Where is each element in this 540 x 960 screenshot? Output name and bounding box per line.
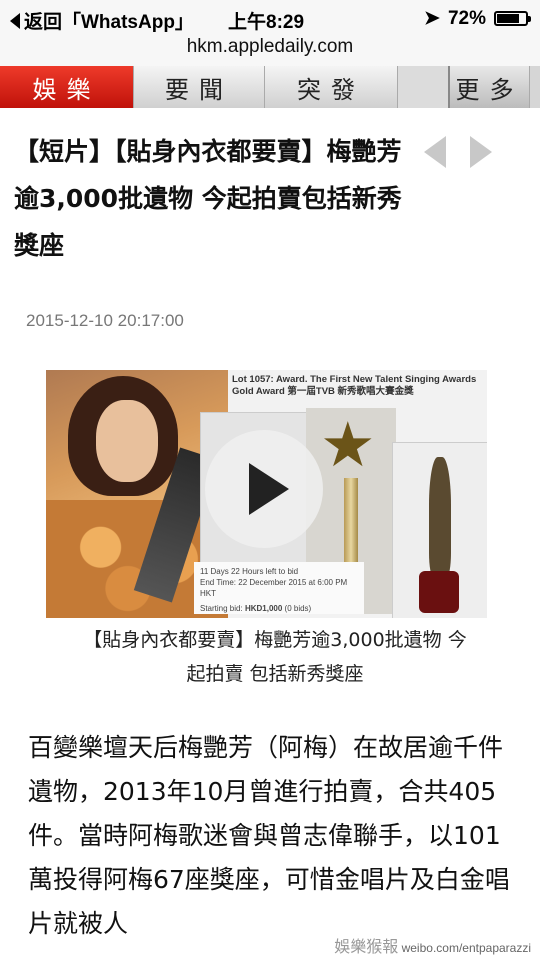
time-left: 11 Days 22 Hours left to bid xyxy=(200,567,299,576)
starting-bid-label: Starting bid: xyxy=(200,604,243,613)
play-icon xyxy=(249,463,289,515)
video-player[interactable]: Lot 1057: Award. The First New Talent Si… xyxy=(46,370,487,618)
watermark-logo: 娛樂猴報 xyxy=(334,939,399,956)
watermark-url: weibo.com/entpaparazzi xyxy=(401,941,531,955)
tab-entertainment[interactable]: 娛樂 xyxy=(0,66,134,108)
url-bar[interactable]: hkm.appledaily.com xyxy=(0,36,540,66)
back-to-app-button[interactable]: 返回「WhatsApp」 xyxy=(10,7,194,34)
tab-spacer xyxy=(398,66,448,108)
battery-percent: 72% xyxy=(447,7,486,29)
previous-article-icon[interactable] xyxy=(424,136,446,168)
tab-news[interactable]: 要聞 xyxy=(134,66,265,108)
bid-count: (0 bids) xyxy=(284,604,312,613)
location-arrow-icon: ➤ xyxy=(424,8,440,29)
tab-more[interactable]: 更多 xyxy=(448,66,530,108)
next-article-icon[interactable] xyxy=(470,136,492,168)
back-arrow-icon xyxy=(10,12,20,29)
back-label: 返回「WhatsApp」 xyxy=(24,12,194,33)
video-caption: 【貼身內衣都要賣】梅艷芳逾3,000批遺物 今起拍賣 包括新秀獎座 xyxy=(83,629,467,685)
play-button[interactable] xyxy=(205,430,323,548)
section-nav: 娛樂 要聞 突發 更多 xyxy=(0,66,540,108)
article-body: 百變樂壇天后梅艷芳（阿梅）在故居逾千件遺物，2013年10月曾進行拍賣，合共40… xyxy=(28,733,510,938)
status-right: ➤ 72% xyxy=(424,7,531,30)
article-date: 2015-12-10 20:17:00 xyxy=(26,311,184,330)
watermark: 娛樂猴報 weibo.com/entpaparazzi xyxy=(331,932,534,958)
status-bar: 返回「WhatsApp」 上午8:29 ➤ 72% xyxy=(0,0,540,36)
figure-trophy-image xyxy=(392,442,487,618)
end-time: End Time: 22 December 2015 at 6:00 PM HK… xyxy=(200,578,348,598)
article-headline: 【短片】【貼身內衣都要賣】梅艷芳逾3,000批遺物 今起拍賣包括新秀獎座 xyxy=(14,137,402,260)
bid-info: 11 Days 22 Hours left to bid End Time: 2… xyxy=(194,562,364,614)
tab-breaking[interactable]: 突發 xyxy=(265,66,398,108)
battery-icon xyxy=(494,11,531,26)
starting-bid-value: HKD1,000 xyxy=(244,604,283,613)
status-time: 上午8:29 xyxy=(228,12,305,33)
lot-description: Lot 1057: Award. The First New Talent Si… xyxy=(232,374,477,397)
article-pager xyxy=(424,136,492,168)
